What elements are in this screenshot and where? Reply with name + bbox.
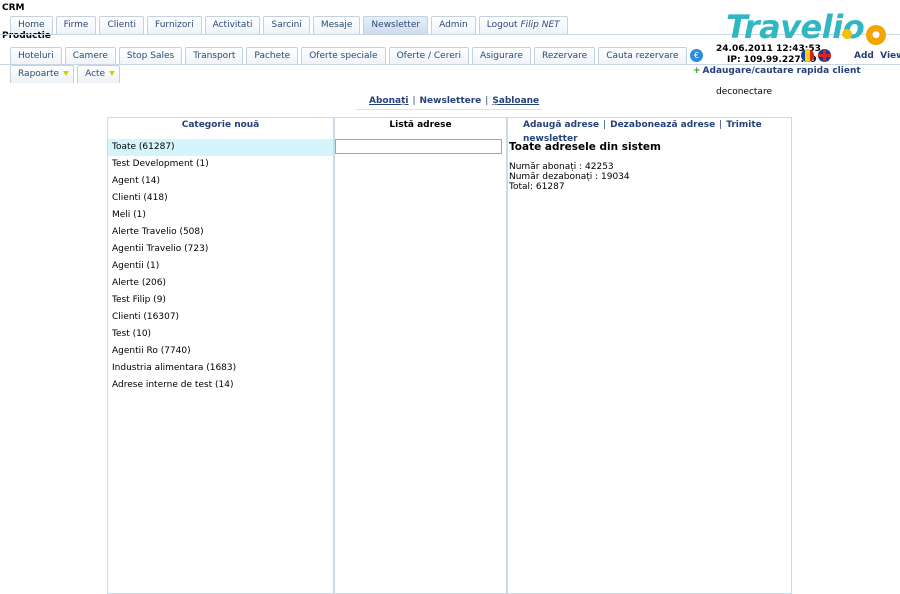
tab-clienti[interactable]: Clienti — [99, 16, 145, 34]
list-item[interactable]: Test Development (1) — [108, 156, 333, 173]
total-count: Total: 61287 — [509, 182, 565, 192]
details-title: Toate adresele din sistem — [509, 141, 661, 153]
logo-badge-icon — [842, 29, 852, 39]
quick-add-label: Adaugare/cautare rapida client — [702, 66, 861, 76]
tab-hoteluri[interactable]: Hoteluri — [10, 47, 62, 65]
list-item[interactable]: Alerte (206) — [108, 275, 333, 292]
add-link[interactable]: Add — [854, 51, 874, 61]
tab-transport[interactable]: Transport — [185, 47, 244, 65]
sub-nav: Hoteluri Camere Stop Sales Transport Pac… — [10, 47, 690, 65]
tab-rapoarte[interactable]: Rapoarte — [10, 65, 75, 83]
subnav-subscribers[interactable]: Abonați — [369, 96, 408, 106]
list-item[interactable]: Test (10) — [108, 326, 333, 343]
tab-rapoarte-label: Rapoarte — [18, 69, 60, 79]
plus-icon: + — [693, 66, 701, 76]
logout-user: Filip NET — [520, 20, 560, 30]
tab-admin[interactable]: Admin — [431, 16, 476, 34]
tab-cauta-rezervare[interactable]: Cauta rezervare — [598, 47, 687, 65]
logout-link[interactable]: deconectare — [716, 87, 772, 97]
tab-oferte-speciale[interactable]: Oferte speciale — [301, 47, 386, 65]
address-list-title: Listă adrese — [389, 120, 452, 130]
list-item[interactable]: Meli (1) — [108, 207, 333, 224]
tab-acte-label: Acte — [85, 69, 106, 79]
unsubscribe-addresses-link[interactable]: Dezabonează adrese — [610, 120, 715, 130]
euro-icon[interactable]: € — [690, 49, 703, 62]
list-item[interactable]: Agent (14) — [108, 173, 333, 190]
list-item[interactable]: Agentii (1) — [108, 258, 333, 275]
english-flag-icon[interactable] — [818, 49, 831, 62]
details-panel: Adaugă adrese | Dezabonează adrese | Trimite… — [507, 117, 792, 594]
address-list-panel: Listă adrese — [334, 117, 507, 594]
tab-pachete[interactable]: Pachete — [246, 47, 299, 65]
tab-newsletter[interactable]: Newsletter — [363, 16, 429, 34]
new-category-link[interactable]: Categorie nouă — [108, 118, 333, 132]
dropdown-arrow-icon — [63, 71, 70, 76]
dropdown-arrow-icon — [109, 71, 116, 76]
tab-acte[interactable]: Acte — [77, 65, 121, 83]
list-item[interactable]: Toate (61287) — [108, 139, 333, 156]
list-item[interactable]: Clienti (16307) — [108, 309, 333, 326]
divider — [356, 109, 542, 110]
list-item[interactable]: Adrese interne de test (14) — [108, 377, 333, 394]
subnav-newsletters[interactable]: Newslettere — [420, 96, 482, 106]
tab-oferte-cereri[interactable]: Oferte / Cereri — [388, 47, 469, 65]
tab-asigurare[interactable]: Asigurare — [471, 47, 531, 65]
travelio-logo: Travelio — [726, 8, 865, 46]
main-nav: Home Firme Clienti Furnizori Activitati … — [10, 16, 571, 34]
list-item[interactable]: Agentii Ro (7740) — [108, 343, 333, 360]
reports-nav: Rapoarte Acte — [10, 65, 123, 83]
subscribed-count: Număr abonați : 42253 — [509, 162, 614, 172]
unsubscribed-count: Număr dezabonați : 19034 — [509, 172, 630, 182]
tab-furnizori[interactable]: Furnizori — [147, 16, 202, 34]
view-link[interactable]: View — [880, 51, 900, 61]
list-item[interactable]: Alerte Travelio (508) — [108, 224, 333, 241]
tab-rezervare[interactable]: Rezervare — [533, 47, 596, 65]
tab-logout[interactable]: Logout Filip NET — [478, 16, 568, 34]
tab-sarcini[interactable]: Sarcini — [263, 16, 310, 34]
app-label: CRM — [2, 3, 25, 13]
environment-label: Productie — [2, 31, 51, 41]
list-item[interactable]: Agentii Travelio (723) — [108, 241, 333, 258]
details-stats: Număr abonați : 42253 Număr dezabonați :… — [509, 162, 791, 192]
add-view-links: Add View — [854, 51, 900, 61]
subnav-templates[interactable]: Șabloane — [492, 96, 539, 106]
tab-activitati[interactable]: Activitati — [204, 16, 261, 34]
category-panel: Categorie nouă Toate (61287) Test Develo… — [107, 117, 334, 594]
list-item[interactable]: Clienti (418) — [108, 190, 333, 207]
tab-firme[interactable]: Firme — [55, 16, 97, 34]
tab-camere[interactable]: Camere — [64, 47, 116, 65]
list-item[interactable]: Test Filip (9) — [108, 292, 333, 309]
category-list: Toate (61287) Test Development (1) Agent… — [108, 139, 333, 394]
list-item[interactable]: Industria alimentara (1683) — [108, 360, 333, 377]
quick-add-client-link[interactable]: + Adaugare/cautare rapida client — [693, 66, 861, 76]
newsletter-subnav: Abonați | Newslettere | Șabloane — [369, 96, 540, 106]
headset-icon[interactable]: ● — [866, 25, 886, 45]
logout-prefix: Logout — [486, 20, 521, 30]
tab-stop-sales[interactable]: Stop Sales — [118, 47, 183, 65]
tab-mesaje[interactable]: Mesaje — [312, 16, 361, 34]
add-addresses-link[interactable]: Adaugă adrese — [523, 120, 599, 130]
address-search-input[interactable] — [335, 139, 502, 154]
details-actions: Adaugă adrese | Dezabonează adrese | Trimite… — [523, 120, 762, 144]
romanian-flag-icon[interactable] — [801, 49, 814, 62]
